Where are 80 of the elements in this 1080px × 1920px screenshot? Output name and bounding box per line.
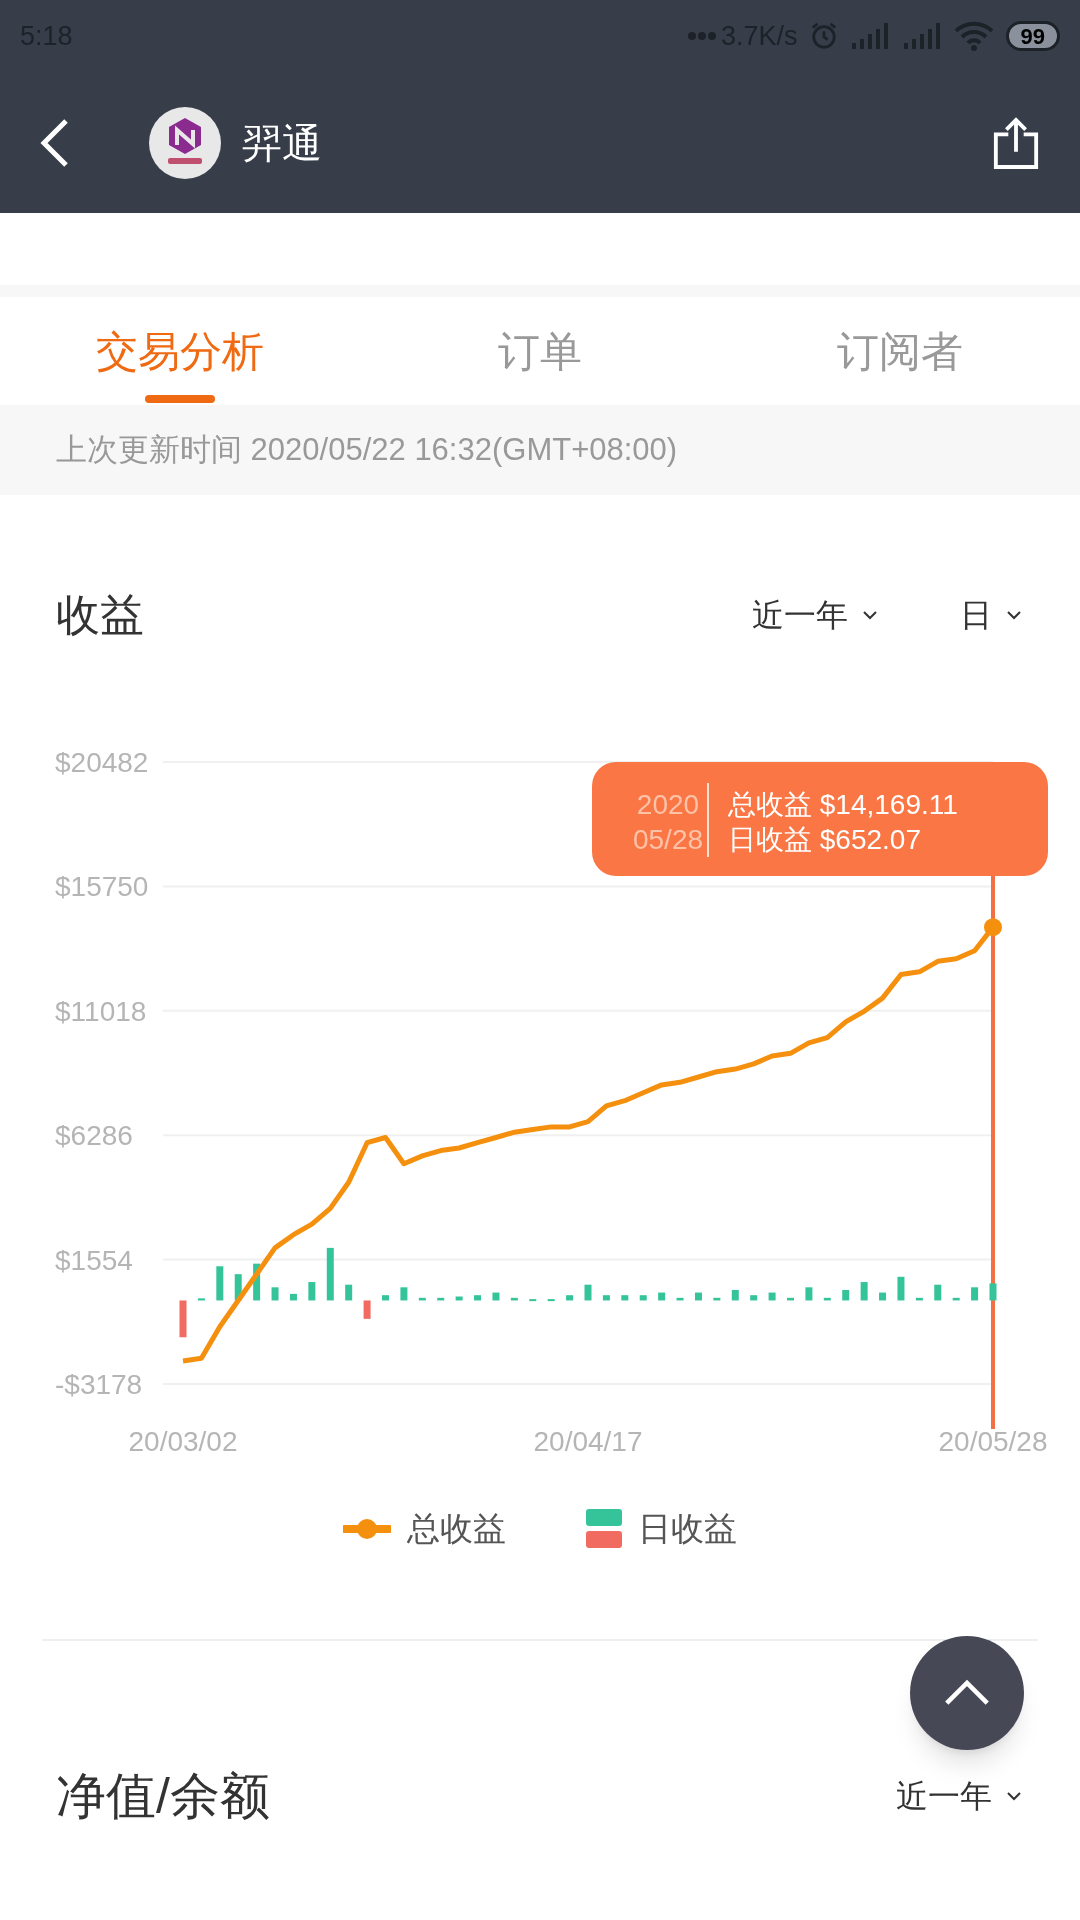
tooltip-value: 总收益 $14,169.11 <box>728 789 958 820</box>
axis-label: 20/05/28 <box>938 1426 1048 1457</box>
bar <box>897 1276 905 1301</box>
bar <box>234 1274 242 1301</box>
period-dropdown[interactable]: 近一年 <box>896 1772 1024 1820</box>
bar <box>271 1287 279 1301</box>
bar <box>658 1292 666 1301</box>
bar <box>382 1295 389 1301</box>
bar <box>474 1295 482 1301</box>
bar <box>842 1289 850 1301</box>
bar <box>621 1295 629 1301</box>
update-time: 上次更新时间 2020/05/22 16:32(GMT+08:00) <box>56 430 678 469</box>
bar <box>915 1297 923 1301</box>
bar <box>713 1297 721 1301</box>
bar <box>179 1300 187 1338</box>
section-title: 收益 <box>56 589 144 641</box>
bar <box>289 1293 297 1301</box>
tooltip-date: 05/28 <box>632 824 704 855</box>
signal-icon <box>901 21 942 51</box>
axis-label: $1554 <box>55 1244 133 1276</box>
bar <box>253 1263 261 1301</box>
axis-label: 20/03/02 <box>128 1426 238 1457</box>
axis-label: 20/04/17 <box>533 1426 643 1457</box>
bar <box>510 1297 518 1301</box>
bar <box>455 1296 463 1301</box>
bar <box>934 1284 942 1301</box>
tooltip-year: 2020 <box>636 789 700 820</box>
signal-icon <box>849 21 890 51</box>
back-icon[interactable] <box>40 117 70 168</box>
battery-indicator: 99 <box>1005 21 1060 51</box>
axis-label: $15750 <box>55 871 149 903</box>
bar <box>363 1300 371 1319</box>
bar <box>602 1295 610 1301</box>
bar <box>731 1289 739 1301</box>
legend-line-icon <box>343 1517 391 1541</box>
legend-bar-icon <box>586 1509 622 1549</box>
bar <box>584 1284 592 1301</box>
bar <box>860 1282 868 1301</box>
bar <box>805 1287 813 1301</box>
bar <box>787 1297 794 1301</box>
page-title: 羿通 <box>242 119 322 167</box>
axis-label: -$3178 <box>55 1369 143 1400</box>
tooltip-value: 日收益 $652.07 <box>728 824 921 855</box>
bar <box>547 1299 555 1302</box>
bar <box>823 1297 831 1301</box>
axis-label: $20482 <box>55 747 149 778</box>
section-title: 净值/余额 <box>56 1766 270 1826</box>
period-dropdown[interactable]: 日 <box>960 591 1024 639</box>
bar <box>971 1287 979 1301</box>
wifi-icon <box>953 21 994 51</box>
logo-icon <box>148 105 222 180</box>
bar <box>308 1282 316 1301</box>
alarm-icon <box>809 22 838 50</box>
bar <box>989 1283 997 1301</box>
bar <box>418 1297 426 1301</box>
bar <box>676 1297 684 1301</box>
bar <box>566 1295 574 1301</box>
legend-label: 日收益 <box>638 1509 737 1550</box>
bar <box>639 1295 647 1301</box>
dots-icon <box>686 31 717 41</box>
bar <box>879 1292 887 1301</box>
bar <box>529 1299 537 1302</box>
axis-label: $11018 <box>55 995 147 1027</box>
bar <box>750 1295 758 1301</box>
bar <box>437 1297 445 1301</box>
bar <box>400 1287 408 1301</box>
bar <box>694 1292 702 1301</box>
bar <box>216 1266 224 1301</box>
chevron-up-icon <box>944 1679 990 1707</box>
axis-label: $6286 <box>55 1120 133 1152</box>
data-point <box>984 918 1002 937</box>
bar <box>952 1297 960 1301</box>
bar <box>492 1292 500 1301</box>
bar <box>768 1292 776 1301</box>
bar <box>197 1298 205 1301</box>
share-icon[interactable] <box>992 116 1040 169</box>
period-dropdown[interactable]: 近一年 <box>752 591 880 639</box>
bar <box>345 1284 353 1301</box>
legend-label: 总收益 <box>407 1509 506 1550</box>
bar <box>326 1247 334 1301</box>
